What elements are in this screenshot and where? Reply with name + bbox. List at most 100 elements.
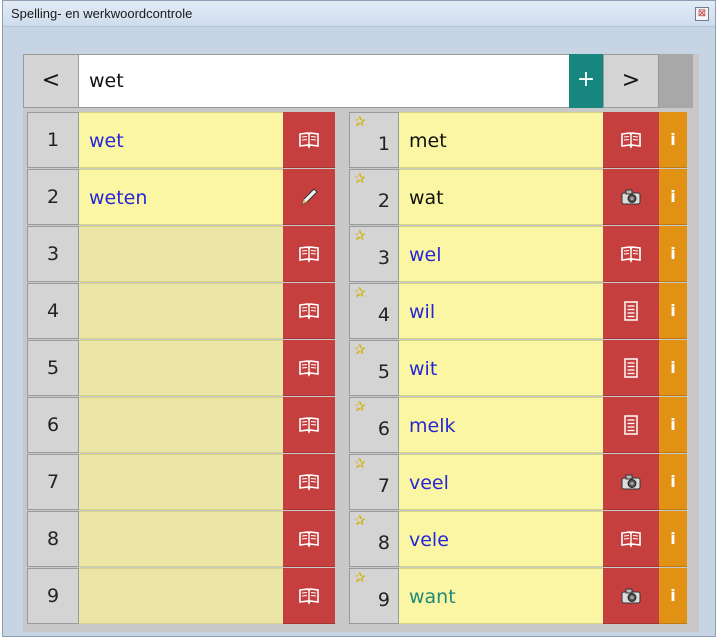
book-icon[interactable] [603, 226, 659, 282]
info-button[interactable]: i [659, 340, 687, 396]
suggestion-word[interactable]: wit [399, 340, 603, 396]
next-button[interactable]: > [603, 54, 659, 108]
magic-wand-icon: ✰ [354, 285, 366, 301]
suggestion-word[interactable]: melk [399, 397, 603, 453]
document-icon[interactable] [603, 397, 659, 453]
magic-wand-icon: ✰ [354, 513, 366, 529]
info-button[interactable]: i [659, 454, 687, 510]
add-word-button[interactable]: + [569, 54, 603, 108]
book-icon[interactable] [283, 226, 335, 282]
close-icon[interactable]: ⊠ [695, 7, 709, 21]
row-number[interactable]: 5 [27, 340, 79, 396]
camera-icon[interactable] [603, 454, 659, 510]
row-number-label: 7 [377, 475, 390, 497]
row-number[interactable]: ✰ 8 [349, 511, 399, 567]
book-icon[interactable] [283, 112, 335, 168]
suggestion-row[interactable]: ✰ 3 wel i [349, 226, 695, 283]
book-icon[interactable] [603, 112, 659, 168]
document-icon[interactable] [603, 283, 659, 339]
info-button[interactable]: i [659, 169, 687, 225]
suggestion-word[interactable]: wel [399, 226, 603, 282]
info-button[interactable]: i [659, 511, 687, 567]
book-icon[interactable] [283, 511, 335, 567]
document-icon[interactable] [603, 340, 659, 396]
row-number-label: 3 [377, 247, 390, 269]
word-form-text[interactable] [79, 568, 283, 624]
camera-icon[interactable] [603, 568, 659, 624]
word-form-row[interactable]: 9 [27, 568, 339, 625]
suggestion-word[interactable]: wil [399, 283, 603, 339]
word-form-row[interactable]: 2 weten [27, 169, 339, 226]
row-number-label: 2 [377, 190, 390, 212]
word-form-text[interactable] [79, 283, 283, 339]
search-input[interactable]: wet [79, 54, 569, 108]
word-form-row[interactable]: 6 [27, 397, 339, 454]
suggestion-word[interactable]: vele [399, 511, 603, 567]
word-form-row[interactable]: 3 [27, 226, 339, 283]
row-number[interactable]: ✰ 7 [349, 454, 399, 510]
info-button[interactable]: i [659, 226, 687, 282]
row-number[interactable]: 8 [27, 511, 79, 567]
book-icon[interactable] [283, 454, 335, 510]
row-number-label: 5 [46, 357, 60, 379]
word-form-text[interactable]: weten [79, 169, 283, 225]
info-button[interactable]: i [659, 112, 687, 168]
suggestion-row[interactable]: ✰ 6 melk i [349, 397, 695, 454]
book-icon[interactable] [283, 283, 335, 339]
word-form-row[interactable]: 4 [27, 283, 339, 340]
row-number[interactable]: 2 [27, 169, 79, 225]
suggestion-row[interactable]: ✰ 2 wat i [349, 169, 695, 226]
row-number[interactable]: ✰ 6 [349, 397, 399, 453]
word-form-row[interactable]: 1 wet [27, 112, 339, 169]
suggestion-row[interactable]: ✰ 5 wit i [349, 340, 695, 397]
word-form-text[interactable] [79, 511, 283, 567]
book-icon[interactable] [603, 511, 659, 567]
suggestion-row[interactable]: ✰ 8 vele i [349, 511, 695, 568]
suggestion-word[interactable]: met [399, 112, 603, 168]
row-number[interactable]: ✰ 4 [349, 283, 399, 339]
pencil-icon[interactable] [283, 169, 335, 225]
camera-icon[interactable] [603, 169, 659, 225]
word-form-row[interactable]: 5 [27, 340, 339, 397]
word-form-text[interactable] [79, 340, 283, 396]
row-number[interactable]: 3 [27, 226, 79, 282]
word-form-text[interactable] [79, 397, 283, 453]
word-form-row[interactable]: 7 [27, 454, 339, 511]
row-number[interactable]: ✰ 5 [349, 340, 399, 396]
word-form-text[interactable]: wet [79, 112, 283, 168]
row-number[interactable]: ✰ 9 [349, 568, 399, 624]
word-forms-list: 1 wet 2 weten 3 4 5 6 7 8 9 [27, 112, 339, 625]
info-button[interactable]: i [659, 283, 687, 339]
book-icon[interactable] [283, 397, 335, 453]
title-bar: Spelling- en werkwoordcontrole ⊠ [3, 1, 715, 27]
suggestion-row[interactable]: ✰ 7 veel i [349, 454, 695, 511]
row-number[interactable]: ✰ 3 [349, 226, 399, 282]
row-number[interactable]: 4 [27, 283, 79, 339]
row-number[interactable]: ✰ 2 [349, 169, 399, 225]
book-icon[interactable] [283, 340, 335, 396]
word-form-text[interactable] [79, 226, 283, 282]
magic-wand-icon: ✰ [354, 342, 366, 358]
row-number-label: 1 [46, 129, 60, 151]
book-icon[interactable] [283, 568, 335, 624]
magic-wand-icon: ✰ [354, 228, 366, 244]
word-form-row[interactable]: 8 [27, 511, 339, 568]
row-number-label: 8 [46, 528, 60, 550]
scrollbar[interactable] [659, 54, 693, 108]
info-button[interactable]: i [659, 568, 687, 624]
previous-button[interactable]: < [23, 54, 79, 108]
suggestion-word[interactable]: wat [399, 169, 603, 225]
row-number-label: 8 [377, 532, 390, 554]
word-form-text[interactable] [79, 454, 283, 510]
row-number[interactable]: 9 [27, 568, 79, 624]
row-number[interactable]: 7 [27, 454, 79, 510]
suggestion-word[interactable]: want [399, 568, 603, 624]
suggestion-row[interactable]: ✰ 9 want i [349, 568, 695, 625]
row-number[interactable]: ✰ 1 [349, 112, 399, 168]
row-number[interactable]: 6 [27, 397, 79, 453]
suggestion-word[interactable]: veel [399, 454, 603, 510]
info-button[interactable]: i [659, 397, 687, 453]
row-number[interactable]: 1 [27, 112, 79, 168]
suggestion-row[interactable]: ✰ 1 met i [349, 112, 695, 169]
suggestion-row[interactable]: ✰ 4 wil i [349, 283, 695, 340]
